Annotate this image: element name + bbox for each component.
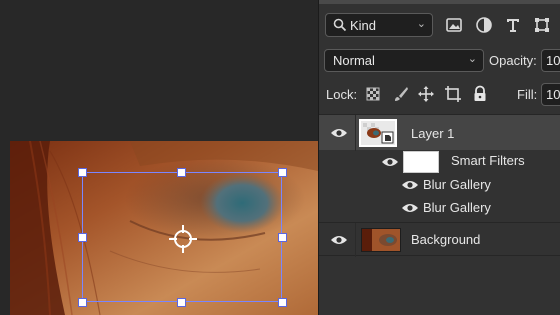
kind-label: Kind [350,18,377,33]
lock-transparent-icon[interactable] [364,85,382,103]
image-filter-icon[interactable] [445,16,463,34]
layer-row-background[interactable]: Background [319,222,560,257]
blend-mode-select[interactable]: Normal ⌄ [324,49,484,72]
search-icon [333,18,347,32]
visibility-eye-icon[interactable] [381,156,399,168]
smart-object-thumbnail-icon [361,121,395,145]
transform-handle-top-left[interactable] [78,168,87,177]
fill-input[interactable]: 100% [541,83,560,106]
blend-mode-value: Normal [333,53,375,68]
background-thumbnail [361,228,401,252]
layers-panel: Kind ⌄ Normal ⌄ Opacity: 100% Lock: [318,0,560,315]
shape-filter-icon[interactable] [533,16,551,34]
chevron-down-icon: ⌄ [416,18,426,30]
layer-divider [355,223,356,257]
layer-name: Layer 1 [411,126,455,141]
lock-image-icon[interactable] [392,85,410,103]
adjustment-filter-icon[interactable] [475,16,493,34]
visibility-eye-icon[interactable] [330,127,348,139]
layer-row-layer-1[interactable]: Layer 1 [319,114,560,151]
transform-handle-top-middle[interactable] [177,168,186,177]
layer-name: Smart Filters [451,153,525,168]
visibility-eye-icon[interactable] [330,234,348,246]
lock-artboard-icon[interactable] [444,85,462,103]
transform-handle-bottom-left[interactable] [78,298,87,307]
layer-row-smart-filters[interactable]: Smart Filters [319,150,560,174]
type-filter-icon[interactable] [504,16,522,34]
lock-label: Lock: [326,87,358,102]
fill-value: 100% [546,87,560,102]
opacity-label: Opacity: [489,53,537,68]
layer-row-blur-gallery[interactable]: Blur Gallery [319,197,560,220]
layer-filter-kind-select[interactable]: Kind ⌄ [325,13,433,37]
panel-tab-strip [319,0,560,4]
transform-handle-bottom-middle[interactable] [177,298,186,307]
layer-1-thumbnail [359,119,397,147]
transform-handle-middle-left[interactable] [78,233,87,242]
lock-all-icon[interactable] [471,85,489,103]
lock-position-icon[interactable] [417,85,435,103]
reference-point-icon[interactable] [168,224,198,254]
transform-handle-top-right[interactable] [278,168,287,177]
visibility-eye-icon[interactable] [401,179,419,191]
layer-name: Blur Gallery [423,177,491,192]
visibility-eye-icon[interactable] [401,202,419,214]
background-thumbnail-image [362,229,400,251]
smart-filter-mask-thumbnail[interactable] [403,151,439,173]
fill-label: Fill: [517,87,538,102]
layer-name: Blur Gallery [423,200,491,215]
layer-row-blur-gallery[interactable]: Blur Gallery [319,174,560,197]
canvas-area[interactable] [0,0,318,315]
transform-handle-bottom-right[interactable] [278,298,287,307]
opacity-value: 100% [546,53,560,68]
opacity-input[interactable]: 100% [541,49,560,72]
chevron-down-icon: ⌄ [467,53,477,65]
layer-divider [355,115,356,151]
transform-handle-middle-right[interactable] [278,233,287,242]
layer-name: Background [411,232,481,247]
